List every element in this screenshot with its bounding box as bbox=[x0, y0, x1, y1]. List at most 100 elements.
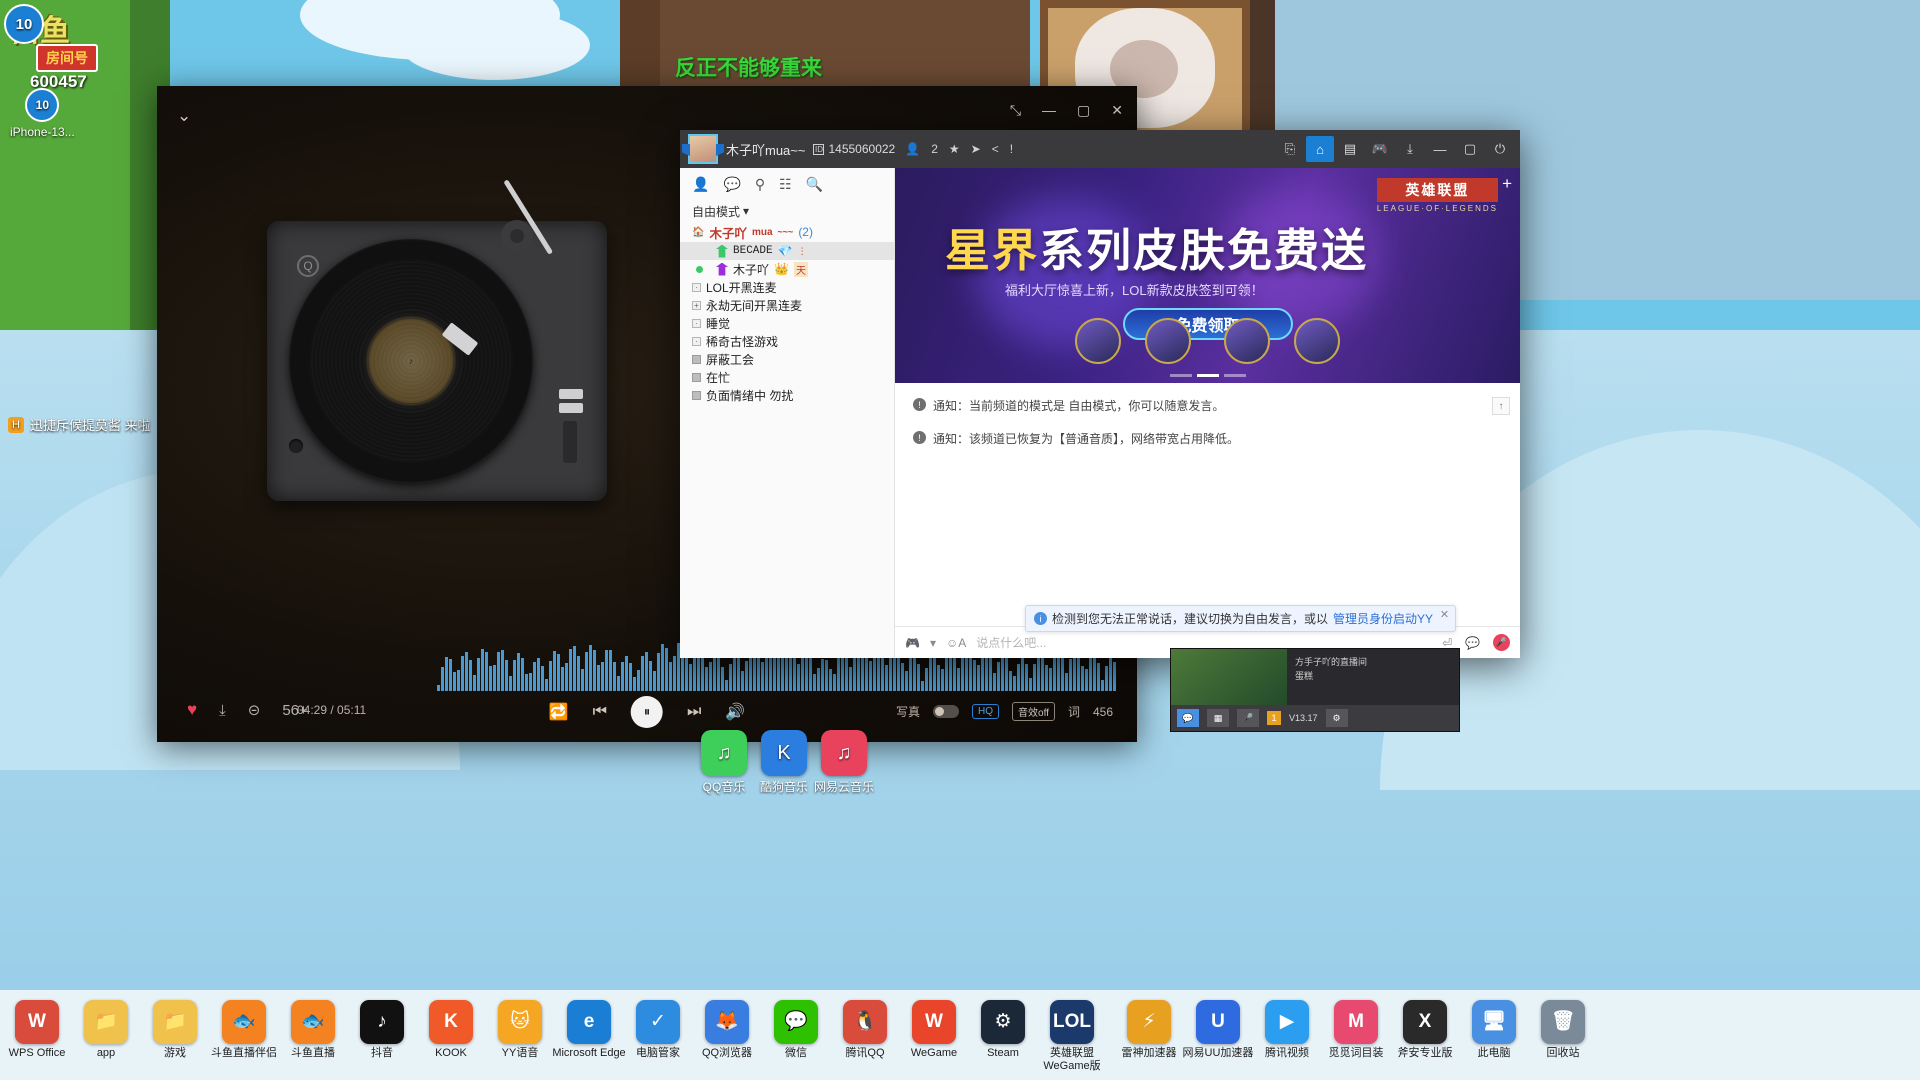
layout-button[interactable]: ▦ bbox=[1207, 709, 1229, 727]
yy-title-bar[interactable]: 木子吖mua~~ ID 1455060022 👤 2 ★ ➤ < ! ⎘ ⌂ ▤… bbox=[680, 130, 1520, 168]
quality-toggle[interactable] bbox=[933, 705, 960, 718]
hq-badge[interactable]: HQ bbox=[972, 704, 1000, 719]
sidebar-item-naraka[interactable]: + 永劫无间开黑连麦 bbox=[680, 296, 894, 314]
taskbar-icon-0[interactable]: ⚡ 雷神加速器 bbox=[1112, 1000, 1186, 1060]
taskbar-icon-3[interactable]: M 觅觅词目装 bbox=[1319, 1000, 1393, 1060]
taskbar-icon-2[interactable]: 📁 游戏 bbox=[138, 1000, 212, 1060]
taskbar-icon-row[interactable]: W WPS Office 📁 app 📁 游戏 🐟 斗鱼直播伴侣 🐟 斗鱼直播 ♪ 抖音 K KOOK 🐱 Y… bbox=[0, 992, 1920, 1076]
favorite-icon[interactable]: ♥ bbox=[187, 700, 197, 720]
next-icon[interactable]: ⏭ bbox=[687, 703, 701, 721]
lyrics-button[interactable]: 词 bbox=[1068, 703, 1080, 720]
player-maximize-icon[interactable]: ▢ bbox=[1077, 102, 1090, 119]
search-icon[interactable]: 🔍 bbox=[806, 176, 823, 193]
player-close-icon[interactable]: ✕ bbox=[1111, 102, 1123, 119]
favorite-star-icon[interactable]: ★ bbox=[949, 142, 960, 156]
banner-dot-active[interactable] bbox=[1196, 374, 1219, 377]
avatar[interactable] bbox=[688, 134, 718, 164]
emoji-icon[interactable]: ☺A bbox=[946, 636, 966, 650]
chevron-down-icon[interactable]: ▾ bbox=[930, 636, 936, 650]
sidebar-item-lol[interactable]: · LOL开黑连麦 bbox=[680, 278, 894, 296]
mic-button[interactable]: 🎤 bbox=[1237, 709, 1259, 727]
yy-sidebar[interactable]: 👤 💬 ⚲ ☷ 🔍 自由模式 ▾ 🏠 木子吖 mua ~~~ (2) BECADE bbox=[680, 168, 895, 658]
taskbar[interactable]: W WPS Office 📁 app 📁 游戏 🐟 斗鱼直播伴侣 🐟 斗鱼直播 ♪ 抖音 K KOOK 🐱 Y… bbox=[0, 988, 1920, 1080]
chevron-down-icon[interactable]: ▾ bbox=[743, 204, 749, 218]
taskbar-icon-6[interactable]: 🗑 回收站 bbox=[1526, 1000, 1600, 1060]
taskbar-icon-1[interactable]: U 网易UU加速器 bbox=[1181, 1000, 1255, 1060]
person-icon[interactable]: 👤 bbox=[692, 176, 709, 193]
yy-window-controls[interactable]: ⎘ ⌂ ▤ 🎮 ⤓ — ▢ ⏻ bbox=[1276, 130, 1514, 168]
sidebar-icon-row[interactable]: 👤 💬 ⚲ ☷ 🔍 bbox=[680, 168, 894, 200]
taskbar-icon-1[interactable]: 📁 app bbox=[69, 1000, 143, 1060]
taskbar-icon-4[interactable]: 🐟 斗鱼直播 bbox=[276, 1000, 350, 1060]
share-icon[interactable]: < bbox=[992, 142, 999, 156]
location-icon[interactable]: ⚲ bbox=[755, 176, 765, 193]
channel-meta[interactable]: 👤 2 ★ ➤ < ! bbox=[905, 142, 1013, 156]
banner-pager[interactable] bbox=[1169, 374, 1246, 377]
refresh-chat-icon[interactable]: 💬 bbox=[723, 176, 740, 193]
taskbar-icon-7[interactable]: 🐱 YY语音 bbox=[483, 1000, 557, 1060]
sidebar-item-block-guild[interactable]: 屏蔽工会 bbox=[680, 350, 894, 368]
player-collapse-button[interactable]: ⌄ bbox=[177, 106, 191, 126]
taskbar-icon-0[interactable]: W WPS Office bbox=[0, 1000, 74, 1060]
expand-toggle-icon[interactable]: · bbox=[692, 282, 701, 292]
previous-icon[interactable]: ⏮ bbox=[593, 703, 607, 721]
player-controls[interactable]: ♥ ⤓ ⊝ 56+ 04:29 / 05:11 🔁 ⏮ ⏸ ⏭ 🔊 写真 HQ … bbox=[157, 686, 1137, 742]
minimize-icon[interactable]: — bbox=[1426, 136, 1454, 162]
volume-icon[interactable]: 🔊 bbox=[725, 702, 745, 722]
settings-button[interactable]: ⚙ bbox=[1325, 709, 1348, 727]
channel-user-row[interactable]: 木子吖 👑 天 bbox=[680, 260, 894, 278]
taskbar-icon-1[interactable]: ✓ 电脑管家 bbox=[621, 1000, 695, 1060]
pause-button[interactable]: ⏸ bbox=[631, 696, 663, 728]
close-icon[interactable]: ⏻ bbox=[1486, 136, 1514, 162]
player-window-buttons[interactable]: ⤡ — ▢ ✕ bbox=[1010, 102, 1123, 119]
mic-icon[interactable]: 🎤 bbox=[1493, 634, 1510, 651]
taskbar-icon-6[interactable]: K KOOK bbox=[414, 1000, 488, 1060]
taskbar-icon-7[interactable]: LOL 英雄联盟 WeGame版 bbox=[1035, 1000, 1109, 1073]
sidebar-item-weird-games[interactable]: · 稀奇古怪游戏 bbox=[680, 332, 894, 350]
taskbar-icon-4[interactable]: X 斧安专业版 bbox=[1388, 1000, 1462, 1060]
game-icon[interactable]: 🎮 bbox=[1366, 136, 1394, 162]
expand-toggle-icon[interactable]: + bbox=[692, 300, 701, 310]
player-fullscreen-icon[interactable]: ⤡ bbox=[1010, 102, 1021, 119]
download-icon[interactable]: ⤓ bbox=[1396, 136, 1424, 162]
send-plane-icon[interactable]: ➤ bbox=[971, 142, 981, 156]
channel-mode-selector[interactable]: 自由模式 ▾ bbox=[680, 200, 894, 222]
taskbar-icon-3[interactable]: 💬 微信 bbox=[759, 1000, 833, 1060]
taskbar-icon-5[interactable]: ♪ 抖音 bbox=[345, 1000, 419, 1060]
taskbar-icon-2[interactable]: 🦊 QQ浏览器 bbox=[690, 1000, 764, 1060]
taskbar-icon-6[interactable]: ⚙ Steam bbox=[966, 1000, 1040, 1060]
info-icon[interactable]: ! bbox=[1010, 142, 1013, 156]
maximize-icon[interactable]: ▢ bbox=[1456, 136, 1484, 162]
player-right-controls[interactable]: 写真 HQ 音效off 词 456 bbox=[896, 702, 1113, 721]
block-icon[interactable]: ⊝ bbox=[248, 701, 261, 719]
broadcast-toolbar[interactable]: 💬 ▦ 🎤 1 V13.17 ⚙ bbox=[1171, 705, 1459, 731]
taskbar-icon-5[interactable]: W WeGame bbox=[897, 1000, 971, 1060]
download-icon[interactable]: ⤓ bbox=[219, 702, 226, 719]
chat-bubble-icon[interactable]: 💬 bbox=[1465, 636, 1480, 650]
taskbar-icon-5[interactable]: 🖥 此电脑 bbox=[1457, 1000, 1531, 1060]
screenshot-icon[interactable]: ⎘ bbox=[1276, 136, 1304, 162]
taskbar-icon-2[interactable]: ▶ 腾讯视频 bbox=[1250, 1000, 1324, 1060]
list-icon[interactable]: ▤ bbox=[1336, 136, 1364, 162]
channel-tree[interactable]: 🏠 木子吖 mua ~~~ (2) BECADE 💎 ⋮ 木子吖 👑 天 · L… bbox=[680, 222, 894, 658]
sidebar-item-busy[interactable]: 在忙 bbox=[680, 368, 894, 386]
playlist-count[interactable]: 456 bbox=[1093, 705, 1113, 719]
yy-voice-window[interactable]: 木子吖mua~~ ID 1455060022 👤 2 ★ ➤ < ! ⎘ ⌂ ▤… bbox=[680, 130, 1520, 658]
banner-add-icon[interactable]: + bbox=[1502, 174, 1512, 194]
player-left-controls[interactable]: ♥ ⤓ ⊝ 56+ bbox=[187, 700, 308, 720]
home-icon[interactable]: ⌂ bbox=[1306, 136, 1334, 162]
expand-toggle-icon[interactable]: · bbox=[692, 318, 701, 328]
desktop-icon-netease[interactable]: ♫ 网易云音乐 bbox=[800, 730, 888, 795]
taskbar-icon-4[interactable]: 🐧 腾讯QQ bbox=[828, 1000, 902, 1060]
expand-toggle-icon[interactable]: · bbox=[692, 336, 701, 346]
promo-banner[interactable]: 英雄联盟 LEAGUE·OF·LEGENDS 星界系列皮肤免费送 福利大厅惊喜上… bbox=[895, 168, 1520, 383]
broadcast-panel[interactable]: 方手子吖的直播间 蛋糕 💬 ▦ 🎤 1 V13.17 ⚙ bbox=[1170, 648, 1460, 732]
close-icon[interactable]: ✕ bbox=[1440, 608, 1449, 621]
banner-dot[interactable] bbox=[1223, 374, 1246, 377]
effect-badge[interactable]: 音效off bbox=[1012, 702, 1055, 721]
player-transport[interactable]: 🔁 ⏮ ⏸ ⏭ 🔊 bbox=[549, 696, 745, 728]
chat-area[interactable]: ↑ ! 通知：当前频道的模式是 自由模式，你可以随意发言。 ! 通知：该频道已恢… bbox=[895, 383, 1520, 626]
more-icon[interactable]: ⋮ bbox=[798, 246, 807, 257]
game-emoji-icon[interactable]: 🎮 bbox=[905, 636, 920, 650]
warning-link[interactable]: 管理员身份启动YY bbox=[1333, 610, 1433, 627]
